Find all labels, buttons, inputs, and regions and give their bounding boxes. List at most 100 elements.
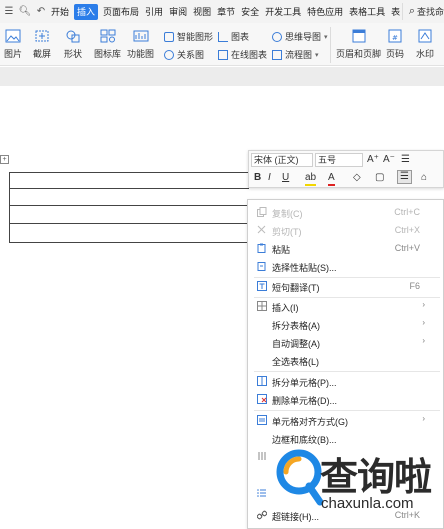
menu-item-select-table[interactable]: 全选表格(L): [248, 351, 444, 369]
search-label: 查找命: [416, 7, 444, 17]
tab-insert[interactable]: 插入: [74, 3, 99, 20]
table-border: [9, 172, 10, 243]
table-border: [9, 172, 249, 173]
menu-tabs-bar: ☰ 🔍︎ ↶ 开始 插入 页面布局 引用 审阅 视图 章节 安全 开发工具 特色…: [0, 0, 444, 23]
undo-icon[interactable]: ↶: [34, 5, 48, 19]
relation-chart-icon: [164, 49, 174, 60]
online-chart-button[interactable]: 在线图表: [218, 48, 267, 61]
submenu-arrow-icon: ›: [422, 300, 425, 309]
chevron-down-icon: ▾: [324, 33, 328, 41]
clear-format-icon[interactable]: ⌂: [421, 172, 427, 184]
search-icon: ⌕: [408, 5, 415, 17]
flowchart-button[interactable]: 流程图 ▾: [272, 48, 319, 61]
table-border: [9, 188, 249, 189]
mind-map-icon: [272, 31, 282, 42]
screenshot-button[interactable]: 截屏: [33, 28, 51, 60]
header-footer-icon: [350, 28, 368, 44]
ribbon-separator: [330, 27, 331, 63]
translate-icon: [257, 281, 267, 291]
menu-item-cut[interactable]: 剪切(T) Ctrl+X: [248, 221, 444, 239]
cell-align-icon: [257, 415, 267, 425]
picture-icon: [4, 28, 22, 44]
shading-icon[interactable]: ◇: [353, 172, 361, 184]
submenu-arrow-icon: ›: [422, 318, 425, 327]
mind-map-button[interactable]: 思维导图 ▾: [272, 30, 328, 43]
menu-item-split-cell[interactable]: 拆分单元格(P)...: [248, 372, 444, 390]
tab-references[interactable]: 引用: [142, 4, 166, 20]
chart-icon: [218, 31, 228, 42]
relation-chart-button[interactable]: 关系图: [164, 48, 204, 61]
submenu-arrow-icon: ›: [422, 336, 425, 345]
tab-view[interactable]: 视图: [190, 4, 214, 20]
picture-button[interactable]: 图片: [4, 28, 22, 60]
menu-item-insert[interactable]: 插入(I) ›: [248, 297, 444, 315]
underline-icon[interactable]: U: [282, 172, 289, 184]
grow-font-icon[interactable]: A⁺: [367, 154, 379, 166]
menu-item-copy[interactable]: 复制(C) Ctrl+C: [248, 203, 444, 221]
font-family-select[interactable]: 宋体 (正文): [251, 153, 313, 167]
table-move-handle[interactable]: +: [0, 155, 9, 164]
magnifier-logo: [276, 449, 324, 506]
tab-special[interactable]: 特色应用: [304, 4, 346, 20]
tab-review[interactable]: 审阅: [166, 4, 190, 20]
align-icon[interactable]: ☰: [397, 170, 412, 184]
watermark-icon: [416, 28, 434, 44]
menu-item-paste[interactable]: 粘贴 Ctrl+V: [248, 239, 444, 257]
chart-button[interactable]: 图表: [218, 30, 249, 43]
insert-icon: [257, 301, 267, 311]
chevron-down-icon: ▾: [315, 51, 319, 59]
shrink-font-icon[interactable]: A⁻: [383, 154, 395, 166]
page-number-button[interactable]: # 页码: [386, 28, 404, 60]
function-chart-button[interactable]: 功能图: [127, 28, 154, 60]
ribbon-insert: 图片 截屏 形状 图标库 功能图 智能图形 图表 思维导图 ▾ 关系图 在线图表…: [0, 23, 444, 66]
table-border: [9, 205, 249, 206]
menu-item-paste-special[interactable]: 选择性粘贴(S)...: [248, 257, 444, 275]
text-direction-icon: [258, 452, 266, 460]
menu-item-auto-fit[interactable]: 自动调整(A) ›: [248, 333, 444, 351]
screenshot-icon: [33, 28, 51, 44]
shape-icon: [64, 28, 82, 44]
menu-item-cell-align[interactable]: 单元格对齐方式(G) ›: [248, 411, 444, 429]
copy-icon: [257, 207, 267, 217]
tab-home[interactable]: 开始: [48, 4, 72, 20]
font-size-select[interactable]: 五号: [315, 153, 363, 167]
delete-cell-icon: [257, 394, 267, 404]
font-color-icon[interactable]: A: [328, 172, 335, 186]
watermark-brand: 查询啦: [320, 455, 432, 499]
icon-library-button[interactable]: 图标库: [94, 28, 121, 60]
shape-button[interactable]: 形状: [64, 28, 82, 60]
paste-icon: [257, 243, 266, 253]
search-box[interactable]: ⌕ 查找命: [401, 3, 444, 20]
svg-text:#: #: [392, 34, 398, 42]
icon-library-icon: [99, 28, 117, 44]
menu-item-split-table[interactable]: 拆分表格(A) ›: [248, 315, 444, 333]
floating-format-toolbar: 宋体 (正文) 五号 A⁺ A⁻ ☰ B I U ab A ◇ ▢ ☰ ⌂: [248, 150, 444, 188]
watermark-button[interactable]: 水印: [416, 28, 434, 60]
site-watermark: 查询啦 chaxunla.com: [272, 440, 444, 529]
line-spacing-icon[interactable]: ☰: [401, 154, 410, 166]
link-icon: [257, 510, 267, 520]
print-preview-icon[interactable]: 🔍︎: [18, 5, 32, 19]
bold-icon[interactable]: B: [254, 172, 261, 184]
page-number-icon: #: [386, 28, 404, 44]
split-cell-icon: [257, 376, 267, 386]
list-icon: [257, 489, 266, 497]
menu-item-translate[interactable]: 短句翻译(T) F6: [248, 277, 444, 295]
italic-icon[interactable]: I: [268, 172, 271, 184]
tab-table-tools[interactable]: 表格工具: [346, 4, 388, 20]
tab-chapter[interactable]: 章节: [214, 4, 238, 20]
flowchart-icon: [272, 49, 282, 60]
highlight-icon[interactable]: ab: [305, 172, 317, 186]
online-chart-icon: [218, 49, 228, 60]
paste-special-icon: [257, 262, 266, 271]
tab-security[interactable]: 安全: [238, 4, 262, 20]
tab-page-layout[interactable]: 页面布局: [100, 4, 142, 20]
header-footer-button[interactable]: 页眉和页脚: [336, 28, 381, 60]
border-icon[interactable]: ▢: [375, 172, 384, 184]
tab-developer[interactable]: 开发工具: [262, 4, 304, 20]
menu-icon[interactable]: ☰: [2, 5, 16, 19]
submenu-arrow-icon: ›: [422, 414, 425, 423]
ruler-band: [0, 67, 444, 86]
menu-item-delete-cell[interactable]: 删除单元格(D)...: [248, 390, 444, 408]
smart-art-button[interactable]: 智能图形: [164, 30, 213, 43]
